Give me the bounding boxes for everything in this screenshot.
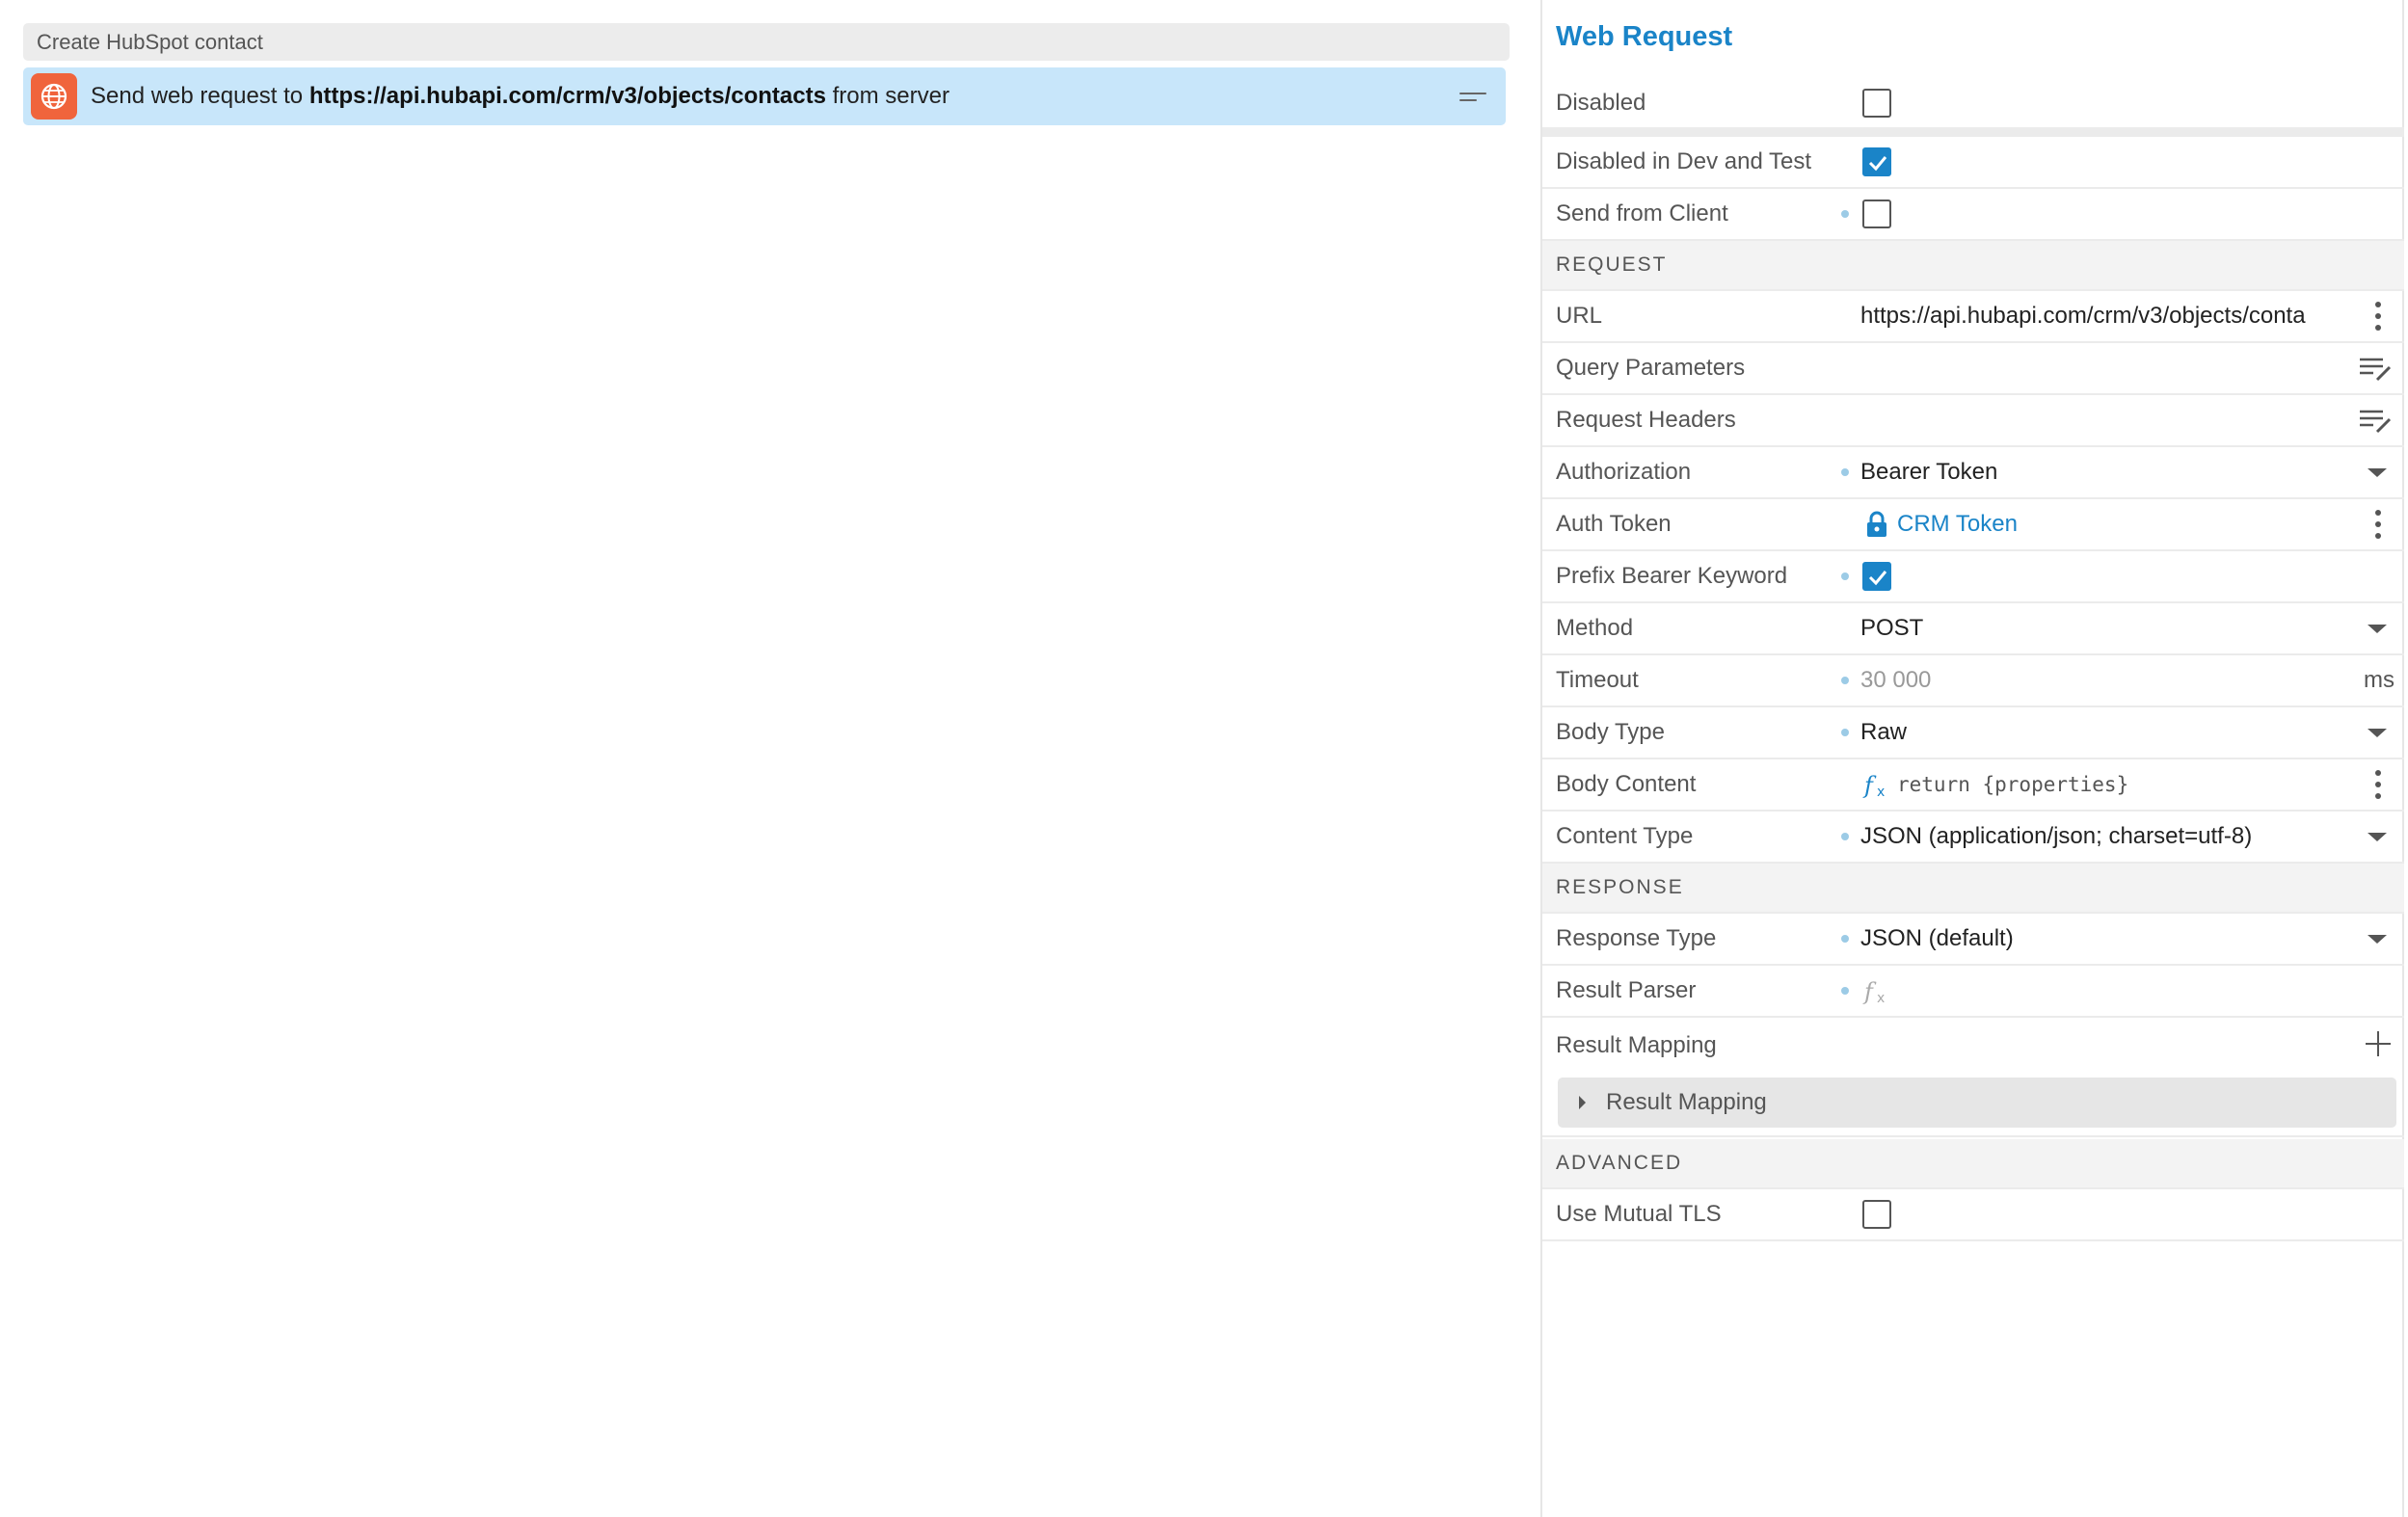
row-use-mutual-tls: Use Mutual TLS	[1542, 1189, 2404, 1241]
row-request-headers: Request Headers	[1542, 395, 2404, 447]
more-options-icon[interactable]	[2375, 770, 2381, 799]
body-content-label: Body Content	[1556, 771, 1697, 797]
row-send-from-client: Send from Client	[1542, 189, 2404, 241]
workflow-group-title: Create HubSpot contact	[37, 29, 263, 54]
default-indicator-dot	[1841, 987, 1849, 995]
row-url: URL https://api.hubapi.com/crm/v3/object…	[1542, 291, 2404, 343]
disabled-dev-test-label: Disabled in Dev and Test	[1556, 148, 1812, 174]
checkmark-icon	[1868, 156, 1887, 172]
response-type-label: Response Type	[1556, 925, 1717, 951]
default-indicator-dot	[1841, 572, 1849, 580]
auth-token-link[interactable]: CRM Token	[1897, 511, 2018, 538]
send-from-client-label: Send from Client	[1556, 200, 1728, 226]
row-disabled: Disabled	[1542, 77, 2404, 129]
function-icon: f x	[1862, 772, 1885, 799]
row-content-type: Content Type JSON (application/json; cha…	[1542, 812, 2404, 864]
section-advanced: ADVANCED	[1542, 1139, 2404, 1189]
url-label: URL	[1556, 303, 1603, 329]
response-type-select[interactable]: JSON (default)	[1860, 925, 2014, 952]
result-mapping-group-label: Result Mapping	[1606, 1089, 1767, 1115]
result-mapping-label: Result Mapping	[1556, 1032, 1717, 1058]
checkmark-icon	[1868, 571, 1887, 586]
timeout-label: Timeout	[1556, 667, 1639, 693]
chevron-down-icon[interactable]	[2368, 624, 2387, 633]
row-auth-token: Auth Token CRM Token	[1542, 499, 2404, 551]
row-disabled-dev-test: Disabled in Dev and Test	[1542, 137, 2404, 189]
more-options-icon[interactable]	[2375, 510, 2381, 539]
content-type-select[interactable]: JSON (application/json; charset=utf-8)	[1860, 823, 2252, 850]
use-mutual-tls-label: Use Mutual TLS	[1556, 1201, 1722, 1227]
web-request-step[interactable]: Send web request to https://api.hubapi.c…	[23, 67, 1506, 125]
row-authorization: Authorization Bearer Token	[1542, 447, 2404, 499]
disabled-dev-test-checkbox[interactable]	[1862, 147, 1891, 176]
send-from-client-checkbox[interactable]	[1862, 200, 1891, 228]
divider	[1542, 127, 2404, 137]
auth-token-label: Auth Token	[1556, 511, 1672, 537]
svg-text:f: f	[1862, 772, 1877, 799]
url-field[interactable]: https://api.hubapi.com/crm/v3/objects/co…	[1860, 303, 2342, 330]
chevron-down-icon[interactable]	[2368, 467, 2387, 477]
chevron-down-icon[interactable]	[2368, 728, 2387, 737]
row-timeout: Timeout 30 000 ms	[1542, 655, 2404, 707]
chevron-right-icon[interactable]	[1579, 1096, 1586, 1109]
svg-text:x: x	[1877, 785, 1885, 799]
add-icon[interactable]	[2366, 1031, 2391, 1056]
svg-text:x: x	[1877, 991, 1885, 1005]
default-indicator-dot	[1841, 210, 1849, 218]
chevron-down-icon[interactable]	[2368, 934, 2387, 944]
query-parameters-label: Query Parameters	[1556, 355, 1746, 381]
panel-title: Web Request	[1556, 21, 1733, 52]
function-icon[interactable]: f x	[1862, 976, 1891, 1005]
row-body-content: Body Content f x return {properties}	[1542, 759, 2404, 812]
svg-text:f: f	[1862, 978, 1877, 1005]
section-request: REQUEST	[1542, 241, 2404, 291]
body-type-select[interactable]: Raw	[1860, 719, 1907, 746]
result-mapping-group[interactable]: Result Mapping	[1558, 1078, 2396, 1128]
timeout-input[interactable]: 30 000	[1860, 667, 1931, 694]
drag-handle-icon[interactable]	[1459, 93, 1486, 102]
timeout-unit: ms	[2364, 667, 2395, 693]
more-options-icon[interactable]	[2375, 302, 2381, 331]
chevron-down-icon[interactable]	[2368, 832, 2387, 841]
default-indicator-dot	[1841, 833, 1849, 840]
workflow-canvas: Create HubSpot contact Send web request …	[0, 0, 1540, 1517]
step-prefix: Send web request to	[91, 83, 309, 109]
step-suffix: from server	[825, 83, 950, 109]
method-label: Method	[1556, 615, 1634, 641]
default-indicator-dot	[1841, 935, 1849, 943]
result-parser-label: Result Parser	[1556, 977, 1697, 1003]
default-indicator-dot	[1841, 677, 1849, 684]
row-query-parameters: Query Parameters	[1542, 343, 2404, 395]
properties-panel: Web Request Disabled Disabled in Dev and…	[1540, 0, 2404, 1517]
edit-list-icon[interactable]	[2358, 407, 2393, 434]
prefix-bearer-checkbox[interactable]	[1862, 562, 1891, 591]
row-result-parser: Result Parser f x	[1542, 966, 2404, 1018]
content-type-label: Content Type	[1556, 823, 1694, 849]
edit-list-icon[interactable]	[2358, 355, 2393, 382]
workflow-group-header[interactable]: Create HubSpot contact	[23, 23, 1510, 61]
request-headers-label: Request Headers	[1556, 407, 1736, 433]
authorization-label: Authorization	[1556, 459, 1692, 485]
row-method: Method POST	[1542, 603, 2404, 655]
lock-icon	[1867, 511, 1886, 537]
body-type-label: Body Type	[1556, 719, 1665, 745]
row-response-type: Response Type JSON (default)	[1542, 914, 2404, 966]
body-content-code[interactable]: return {properties}	[1897, 773, 2128, 796]
step-description: Send web request to https://api.hubapi.c…	[91, 83, 950, 110]
disabled-checkbox[interactable]	[1862, 89, 1891, 118]
use-mutual-tls-checkbox[interactable]	[1862, 1200, 1891, 1229]
method-select[interactable]: POST	[1860, 615, 1923, 642]
default-indicator-dot	[1841, 729, 1849, 736]
default-indicator-dot	[1841, 468, 1849, 476]
step-url: https://api.hubapi.com/crm/v3/objects/co…	[308, 83, 826, 109]
section-response: RESPONSE	[1542, 864, 2404, 914]
authorization-select[interactable]: Bearer Token	[1860, 459, 1997, 486]
prefix-bearer-label: Prefix Bearer Keyword	[1556, 563, 1788, 589]
disabled-label: Disabled	[1556, 90, 1646, 116]
globe-icon	[31, 73, 77, 120]
row-prefix-bearer: Prefix Bearer Keyword	[1542, 551, 2404, 603]
row-body-type: Body Type Raw	[1542, 707, 2404, 759]
